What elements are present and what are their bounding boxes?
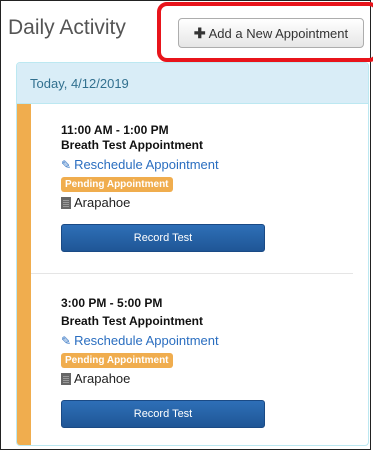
location-label: Arapahoe	[74, 371, 131, 386]
edit-icon: ✎	[61, 334, 72, 348]
appointment-time: 11:00 AM - 1:00 PM	[61, 123, 169, 137]
appointment-time: 3:00 PM - 5:00 PM	[61, 296, 163, 310]
reschedule-label: Reschedule Appointment	[74, 333, 219, 348]
status-badge: Pending Appointment	[61, 177, 173, 192]
appointment-name: Breath Test Appointment	[61, 138, 204, 152]
activity-panel: Today, 4/12/2019 11:00 AM - 1:00 PM Brea…	[16, 62, 369, 446]
page-title: Daily Activity	[8, 16, 126, 39]
reschedule-link[interactable]: ✎ Reschedule Appointment	[61, 333, 219, 348]
reschedule-link[interactable]: ✎ Reschedule Appointment	[61, 157, 219, 172]
location-label: Arapahoe	[74, 195, 131, 210]
building-icon	[61, 372, 71, 385]
location: Arapahoe	[61, 195, 130, 210]
add-appointment-label: Add a New Appointment	[208, 25, 349, 41]
location: Arapahoe	[61, 371, 130, 386]
record-test-button[interactable]: Record Test	[61, 224, 265, 252]
appointment-card-2: 3:00 PM - 5:00 PM Breath Test Appointmen…	[17, 277, 368, 445]
divider	[31, 273, 353, 274]
add-appointment-button[interactable]: ✚ Add a New Appointment	[178, 18, 364, 48]
edit-icon: ✎	[61, 158, 72, 172]
appointment-name: Breath Test Appointment	[61, 314, 204, 328]
reschedule-label: Reschedule Appointment	[74, 157, 219, 172]
appointment-card-1: 11:00 AM - 1:00 PM Breath Test Appointme…	[17, 104, 368, 277]
plus-icon: ✚	[193, 24, 206, 41]
panel-heading: Today, 4/12/2019	[17, 63, 368, 104]
status-badge: Pending Appointment	[61, 353, 173, 368]
record-test-button[interactable]: Record Test	[61, 400, 265, 428]
building-icon	[61, 196, 71, 209]
